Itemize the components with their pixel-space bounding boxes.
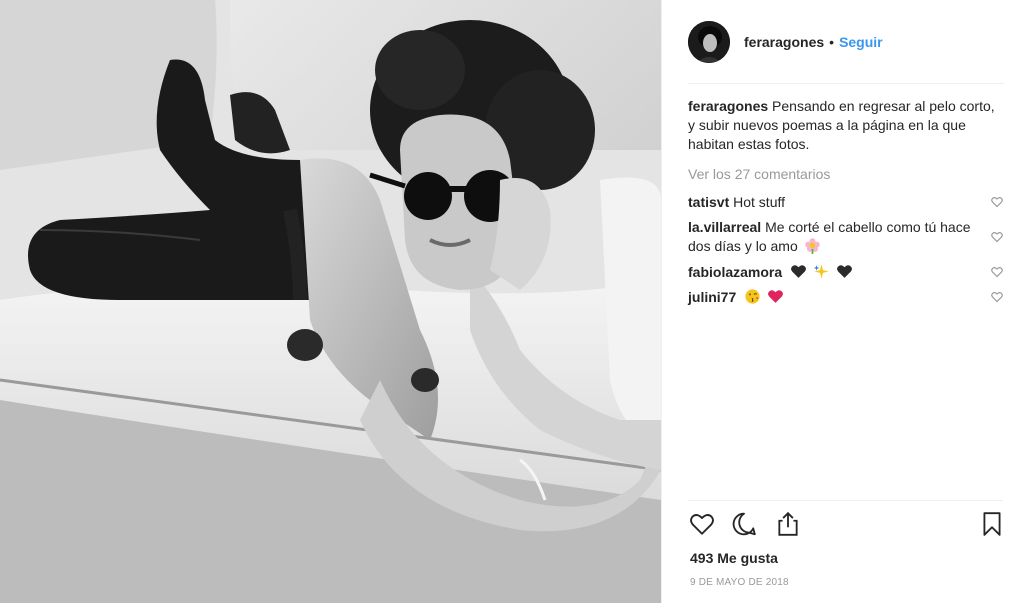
avatar[interactable]	[688, 21, 730, 63]
kiss-face-icon	[744, 288, 761, 305]
comment-item: la.villarreal Me corté el cabello como t…	[688, 218, 988, 256]
comment-username-link[interactable]: julini77	[688, 289, 736, 305]
comment-item: tatisvt Hot stuff	[688, 193, 988, 212]
red-heart-icon	[767, 288, 784, 305]
post-photo[interactable]	[0, 0, 661, 603]
likes-count[interactable]: 493 Me gusta	[690, 550, 778, 566]
comment-like-heart-icon[interactable]	[991, 196, 1003, 208]
actions-divider	[688, 500, 1003, 501]
post-date[interactable]: 9 DE MAYO DE 2018	[690, 577, 789, 588]
post-caption: feraragones Pensando en regresar al pelo…	[688, 97, 1003, 154]
header-separator: •	[829, 34, 835, 50]
comment-like-heart-icon[interactable]	[991, 291, 1003, 303]
post-photo-illustration	[0, 0, 661, 603]
comment-like-heart-icon[interactable]	[991, 266, 1003, 278]
like-button[interactable]	[686, 510, 718, 542]
header-username-link[interactable]: feraragones	[744, 34, 824, 50]
comment-username-link[interactable]: tatisvt	[688, 194, 729, 210]
comment-item: julini77	[688, 288, 988, 307]
save-button[interactable]	[976, 510, 1008, 542]
black-heart-icon	[790, 263, 807, 280]
view-all-comments-link[interactable]: Ver los 27 comentarios	[688, 166, 830, 182]
comment-text: Hot stuff	[733, 194, 786, 210]
share-upload-icon	[775, 511, 801, 542]
avatar-image	[688, 21, 730, 63]
heart-outline-icon	[689, 511, 715, 542]
comment-username-link[interactable]: fabiolazamora	[688, 264, 782, 280]
comment-like-heart-icon[interactable]	[991, 231, 1003, 243]
sparkle-icon	[813, 263, 830, 280]
bookmark-icon	[979, 511, 1005, 542]
comment-username-link[interactable]: la.villarreal	[688, 219, 761, 235]
follow-button[interactable]: Seguir	[839, 34, 883, 50]
comment-item: fabiolazamora	[688, 263, 988, 282]
comment-button[interactable]	[728, 510, 760, 542]
share-button[interactable]	[772, 510, 804, 542]
flower-icon	[804, 237, 821, 254]
post-header: feraragones • Seguir	[662, 0, 1023, 84]
black-heart-icon	[836, 263, 853, 280]
speech-bubble-icon	[731, 511, 757, 542]
header-divider	[688, 83, 1004, 84]
caption-username-link[interactable]: feraragones	[688, 98, 768, 114]
post-sidebar: feraragones • Seguir feraragones Pensand…	[661, 0, 1023, 603]
